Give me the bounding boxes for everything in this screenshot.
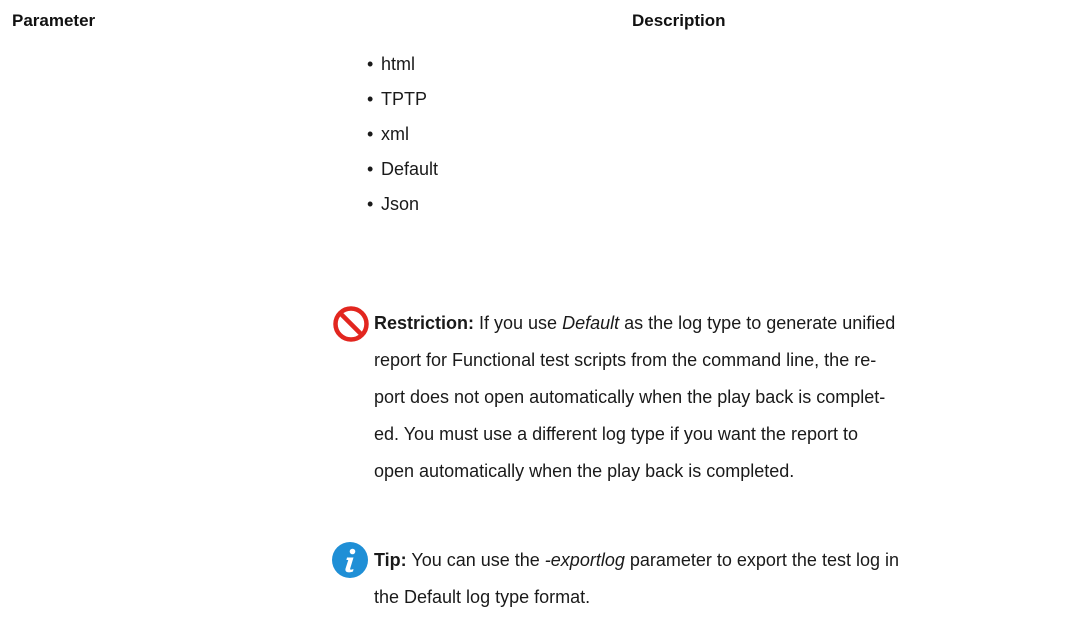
tip-line-2: the Default log type format. xyxy=(374,587,591,607)
log-type-list: • html • TPTP • xml • Default • Json xyxy=(367,54,438,229)
tip-line-1: Tip: You can use the -exportlog paramete… xyxy=(374,550,899,570)
list-item: • html xyxy=(367,54,416,74)
list-item-label: html xyxy=(381,54,416,74)
list-item-label: Default xyxy=(381,159,439,179)
restriction-line-1: Restriction: If you use Default as the l… xyxy=(374,313,896,333)
restriction-line-3: port does not open automatically when th… xyxy=(374,387,886,407)
parameter-column-header: Parameter xyxy=(12,11,96,30)
info-icon xyxy=(332,542,368,578)
restriction-line-5: open automatically when the play back is… xyxy=(374,461,795,481)
restriction-icon xyxy=(333,306,369,342)
list-item: • xml xyxy=(367,124,409,144)
list-item-label: xml xyxy=(381,124,409,144)
restriction-note: Restriction: If you use Default as the l… xyxy=(374,305,1074,490)
tip-label: Tip: xyxy=(374,550,407,570)
list-item: • TPTP xyxy=(367,89,428,109)
list-item-label: Json xyxy=(381,194,420,214)
restriction-line-4: ed. You must use a different log type if… xyxy=(374,424,858,444)
tip-note: Tip: You can use the -exportlog paramete… xyxy=(374,542,1074,616)
list-item: • Json xyxy=(367,194,420,214)
description-column-header: Description xyxy=(632,11,726,30)
list-item: • Default xyxy=(367,159,439,179)
list-item-label: TPTP xyxy=(381,89,428,109)
restriction-label: Restriction: xyxy=(374,313,475,333)
restriction-line-2: report for Functional test scripts from … xyxy=(374,350,877,370)
